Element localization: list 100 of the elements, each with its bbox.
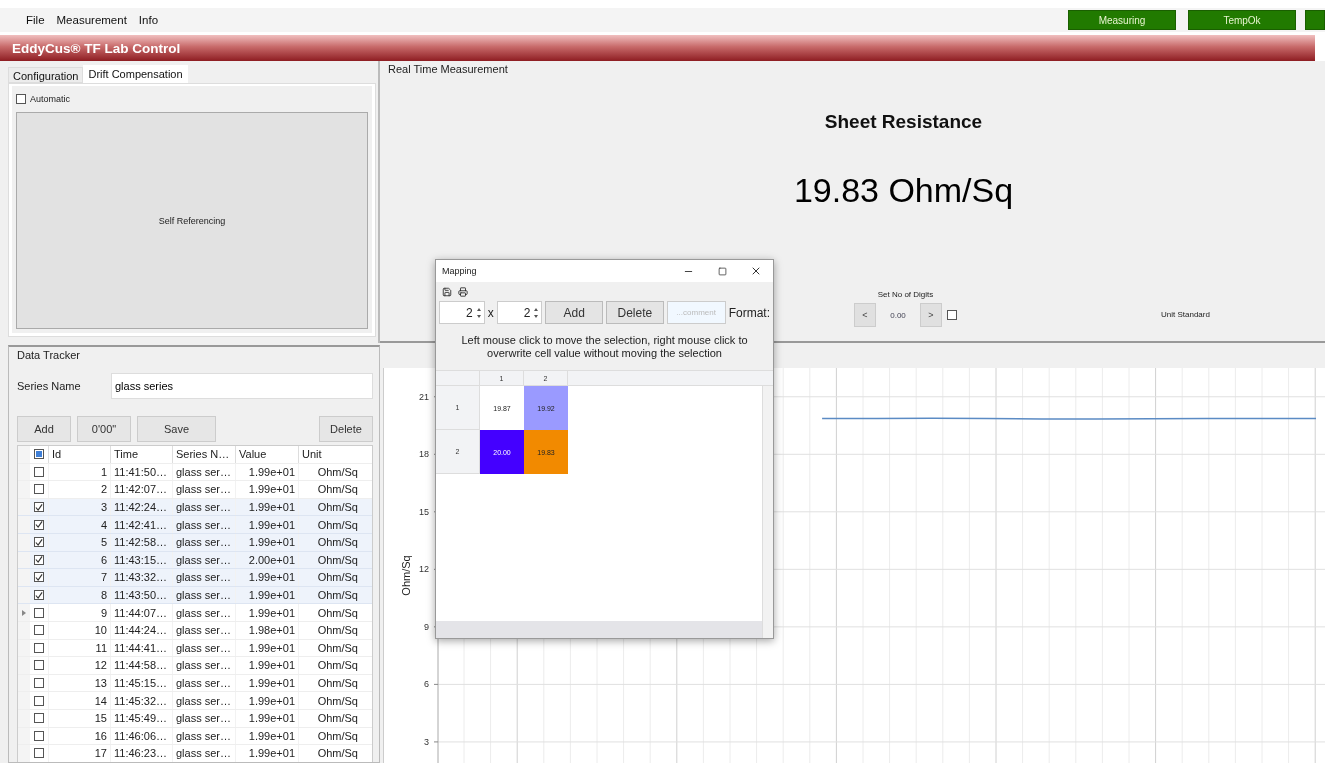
table-cell: 6 [48,551,110,569]
vertical-scrollbar[interactable] [762,386,773,638]
table-cell: Ohm/Sq [298,516,361,533]
row-checkbox[interactable] [34,730,44,741]
horizontal-scrollbar[interactable] [436,621,762,638]
column-header[interactable]: Id [48,446,110,463]
table-row[interactable]: 7 11:43:32… glass ser… 1.99e+01 Ohm/Sq [18,569,372,587]
save-icon[interactable] [442,287,452,297]
checkbox[interactable] [16,94,26,104]
tick-label: 21 [419,391,429,402]
row-checkbox[interactable] [34,554,44,565]
column-header[interactable]: Unit [298,446,361,463]
column-header[interactable]: Value [235,446,298,463]
row-checkbox[interactable] [34,519,44,530]
table-cell: 11:43:15… [110,551,172,569]
times-label: x [487,305,494,320]
row-checkbox[interactable] [34,590,44,601]
tick-label: 18 [419,449,429,460]
column-header[interactable]: Time [110,446,172,463]
row-checkbox[interactable] [34,484,44,495]
table-cell: 1.99e+01 [235,463,298,481]
rows-spinner[interactable]: 2 [439,301,485,324]
table-cell: 13 [48,674,110,692]
table-cell: Ohm/Sq [298,727,361,745]
table-cell: 11:41:50… [110,463,172,481]
printer-icon[interactable] [458,287,468,297]
table-cell: Ohm/Sq [298,674,361,692]
field-label: Series Name [17,380,82,392]
table-cell: 11:45:15… [110,674,172,692]
toolbar-button[interactable]: 0'00" [77,416,131,442]
table-cell: 11:42:58… [110,533,172,551]
table-cell: 11 [48,639,110,657]
table-row[interactable]: 4 11:42:41… glass ser… 1.99e+01 Ohm/Sq [18,516,372,534]
table-cell: glass ser… [172,674,235,692]
table-row[interactable]: 9 11:44:07… glass ser… 1.99e+01 Ohm/Sq [18,604,372,622]
row-checkbox[interactable] [34,466,44,477]
row-checkbox[interactable] [34,678,44,688]
table-cell: glass ser… [172,745,235,762]
delete-button[interactable]: Delete [606,301,664,324]
table-cell: 11:46:23… [110,745,172,762]
select-all-checkbox[interactable] [34,449,44,460]
column-header[interactable]: Series N… [172,446,235,463]
series-name-field[interactable]: glass series [111,373,373,399]
row-checkbox[interactable] [34,713,44,724]
table-row[interactable]: 12 11:44:58… glass ser… 1.99e+01 Ohm/Sq [18,657,372,675]
add-button[interactable]: Add [545,301,604,324]
table-cell: Ohm/Sq [298,604,361,621]
table-cell: 11:46:06… [110,727,172,745]
table-cell: Ohm/Sq [298,745,361,762]
tick-label: 3 [424,736,429,747]
table-cell: 1 [48,463,110,481]
row-checkbox[interactable] [34,660,44,671]
table-cell: Ohm/Sq [298,657,361,674]
row-checkbox[interactable] [34,748,44,759]
tab[interactable]: Drift Compensation [83,65,188,83]
menu-item[interactable]: Measurement [50,14,133,26]
row-checkbox[interactable] [34,537,44,548]
table-row[interactable]: 14 11:45:32… glass ser… 1.99e+01 Ohm/Sq [18,692,372,710]
columns-spinner[interactable]: 2 [496,301,543,324]
toolbar-button[interactable]: Add [17,416,71,442]
menu-item[interactable]: Info [132,14,165,26]
row-checkbox[interactable] [34,607,44,618]
maximize-icon[interactable] [717,266,727,276]
table-cell: 1.99e+01 [235,692,298,709]
table-row[interactable]: 2 11:42:07… glass ser… 1.99e+01 Ohm/Sq [18,481,372,499]
decrease-button[interactable]: < [854,303,876,327]
digits-value: 0.00 [889,310,907,320]
toolbar-button[interactable]: Save [137,416,216,442]
toolbar-button[interactable]: Delete [319,416,373,442]
table-cell: Ohm/Sq [298,692,361,709]
self-referencing-button[interactable]: Self Referencing [16,112,368,329]
group-title: Real Time Measurement [388,63,509,75]
app-title: EddyCus® TF Lab Control [0,35,1315,61]
row-checkbox[interactable] [34,625,44,636]
menu-item[interactable]: File [20,14,51,26]
table-cell: Ohm/Sq [298,569,361,586]
table-cell: Ohm/Sq [298,481,361,498]
table-cell: 11:45:32… [110,692,172,709]
table-cell: 1.99e+01 [235,533,298,551]
measurement-value: 19.83 Ohm/Sq [792,171,1015,210]
table-cell: 11:44:41… [110,639,172,657]
row-checkbox[interactable] [34,695,44,706]
table-cell: 1.99e+01 [235,727,298,745]
table-cell: glass ser… [172,639,235,657]
checkbox-label: Automatic [30,94,71,104]
row-checkbox[interactable] [34,502,44,513]
table-cell: Ohm/Sq [298,551,361,569]
tab[interactable]: Configuration [8,67,84,83]
table-cell: 5 [48,533,110,551]
tick-label: 9 [424,621,429,632]
checkbox[interactable] [947,310,957,320]
close-icon[interactable] [750,265,762,277]
table-cell: Ohm/Sq [298,498,361,516]
increase-button[interactable]: > [920,303,942,327]
row-checkbox[interactable] [34,572,44,583]
status-indicator: Measuring [1068,10,1176,30]
row-checkbox[interactable] [34,642,44,653]
unit-label: Unit Standard [1161,310,1210,319]
table-cell: glass ser… [172,551,235,569]
comment-field[interactable]: ...comment [666,301,726,324]
